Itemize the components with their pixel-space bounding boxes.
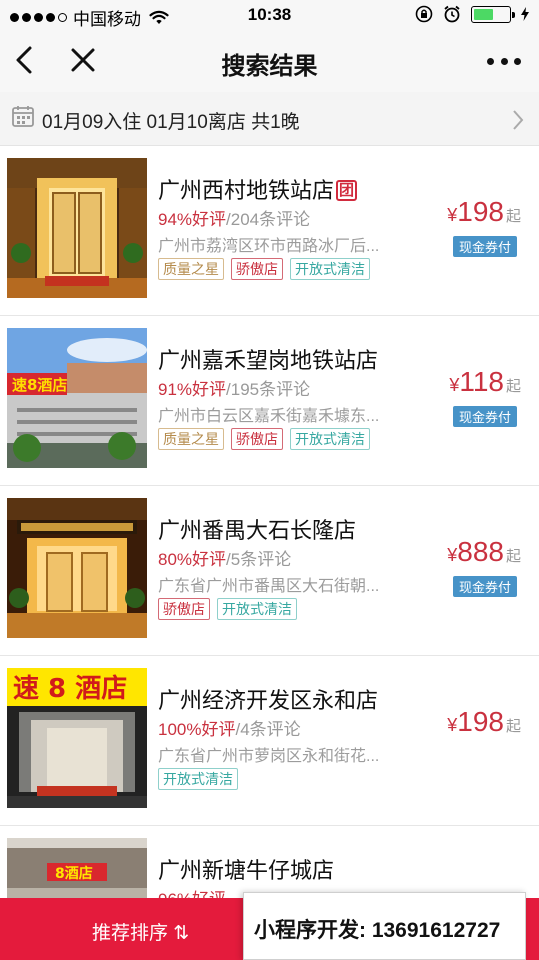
price-from: 起 xyxy=(505,208,521,225)
tag-open-cleaning: 开放式清洁 xyxy=(290,428,370,450)
hotel-photo: 速 8 酒店 xyxy=(7,668,147,808)
hotel-tags: 开放式清洁 xyxy=(158,768,238,790)
tag-quality-star: 质量之星 xyxy=(158,428,224,450)
promo-text: 小程序开发: 13691612727 xyxy=(254,919,501,942)
tag-proud-store: 骄傲店 xyxy=(158,598,210,620)
hotel-sign-text: 8酒店 xyxy=(55,865,93,882)
status-bar: 中国移动 10:38 xyxy=(0,0,539,30)
nav-bar: 搜索结果 xyxy=(0,30,539,92)
hotel-address: 广州市白云区嘉禾街嘉禾壉东... xyxy=(158,408,380,425)
hotel-price: ¥888 起 xyxy=(447,536,521,568)
review-count: 5条评论 xyxy=(230,550,292,569)
date-range-text: 01月09入住 01月10离店 共1晚 xyxy=(42,112,300,133)
battery-icon xyxy=(471,5,515,23)
hotel-rating: 80%好评/5条评论 xyxy=(158,545,291,570)
status-right xyxy=(415,5,529,23)
hotel-name: 广州新塘牛仔城店 xyxy=(158,858,335,883)
hotel-photo: 速8酒店 xyxy=(7,328,147,468)
hotel-price: ¥198 起 xyxy=(447,196,521,228)
hotel-name: 广州经济开发区永和店 xyxy=(158,688,379,713)
rotation-lock-icon xyxy=(415,5,433,23)
hotel-price: ¥198 起 xyxy=(447,706,521,738)
hotel-name: 广州番禺大石长隆店 xyxy=(158,518,357,543)
calendar-icon xyxy=(12,106,34,127)
charging-icon xyxy=(521,7,529,21)
tag-open-cleaning: 开放式清洁 xyxy=(290,258,370,280)
hotel-photo xyxy=(7,498,147,638)
price-currency: ¥ xyxy=(447,545,458,565)
group-buy-badge: 团 xyxy=(336,180,358,201)
hotel-address: 广州市荔湾区环市西路冰厂后... xyxy=(158,238,380,255)
hotel-address: 广东省广州市萝岗区永和街花... xyxy=(158,748,380,765)
chevron-right-icon xyxy=(513,110,524,130)
sort-button[interactable]: 推荐排序 ⇅ xyxy=(92,918,189,945)
date-selector[interactable]: 01月09入住 01月10离店 共1晚 xyxy=(0,92,539,146)
coupon-badge: 现金券付 xyxy=(452,406,517,427)
hotel-photo xyxy=(7,158,147,298)
hotel-tags: 质量之星 骄傲店 开放式清洁 xyxy=(158,258,370,280)
hotel-name-text: 广州西村地铁站店 xyxy=(158,178,335,203)
page-title: 搜索结果 xyxy=(221,53,318,80)
hotel-sign-text: 速 8 酒店 xyxy=(13,674,127,704)
price-currency: ¥ xyxy=(449,375,460,395)
review-count: 195条评论 xyxy=(230,380,311,399)
hotel-name: 广州嘉禾望岗地铁站店 xyxy=(158,348,379,373)
hotel-rating: 100%好评/4条评论 xyxy=(158,715,301,740)
hotel-list-item[interactable]: 广州西村地铁站店团 94%好评/204条评论 广州市荔湾区环市西路冰厂后... … xyxy=(0,146,539,316)
tag-proud-store: 骄傲店 xyxy=(231,428,283,450)
hotel-sign-text: 速8酒店 xyxy=(12,376,67,394)
hotel-list-item[interactable]: 速8酒店 广州嘉禾望岗地铁站店 91%好评/195条评论 广州市白云区嘉禾街嘉禾… xyxy=(0,316,539,486)
battery-level xyxy=(474,8,493,20)
hotel-tags: 质量之星 骄傲店 开放式清洁 xyxy=(158,428,370,450)
price-amount: 198 xyxy=(457,196,504,227)
hotel-list-item[interactable]: 广州番禺大石长隆店 80%好评/5条评论 广东省广州市番禺区大石街朝... 骄傲… xyxy=(0,486,539,656)
hotel-rating: 94%好评/204条评论 xyxy=(158,205,310,230)
price-amount: 198 xyxy=(457,706,504,737)
alarm-icon xyxy=(444,5,460,23)
price-amount: 888 xyxy=(457,536,504,567)
price-from: 起 xyxy=(505,718,521,735)
price-currency: ¥ xyxy=(447,715,458,735)
rating-percent: 100%好评 xyxy=(158,720,236,739)
price-amount: 118 xyxy=(459,366,504,397)
hotel-price: ¥118 起 xyxy=(449,366,521,398)
tag-open-cleaning: 开放式清洁 xyxy=(158,768,238,790)
review-count: 4条评论 xyxy=(240,720,301,739)
rating-percent: 80%好评 xyxy=(158,550,227,569)
hotel-address: 广东省广州市番禺区大石街朝... xyxy=(158,578,380,595)
tag-open-cleaning: 开放式清洁 xyxy=(217,598,297,620)
tag-proud-store: 骄傲店 xyxy=(231,258,283,280)
coupon-badge: 现金券付 xyxy=(452,576,517,597)
more-dots-icon[interactable] xyxy=(487,50,521,72)
promo-overlay: 小程序开发: 13691612727 xyxy=(243,892,526,960)
hotel-list: 广州西村地铁站店团 94%好评/204条评论 广州市荔湾区环市西路冰厂后... … xyxy=(0,146,539,960)
hotel-name: 广州西村地铁站店团 xyxy=(158,173,358,205)
hotel-tags: 骄傲店 开放式清洁 xyxy=(158,598,297,620)
price-currency: ¥ xyxy=(447,205,458,225)
review-count: 204条评论 xyxy=(230,210,311,229)
price-from: 起 xyxy=(505,548,521,565)
tag-quality-star: 质量之星 xyxy=(158,258,224,280)
price-from: 起 xyxy=(505,378,521,395)
hotel-list-item[interactable]: 速 8 酒店 广州经济开发区永和店 100%好评/4条评论 广东省广州市萝岗区永… xyxy=(0,656,539,826)
hotel-rating: 91%好评/195条评论 xyxy=(158,375,310,400)
rating-percent: 94%好评 xyxy=(158,210,227,229)
coupon-badge: 现金券付 xyxy=(452,236,517,257)
rating-percent: 91%好评 xyxy=(158,380,227,399)
